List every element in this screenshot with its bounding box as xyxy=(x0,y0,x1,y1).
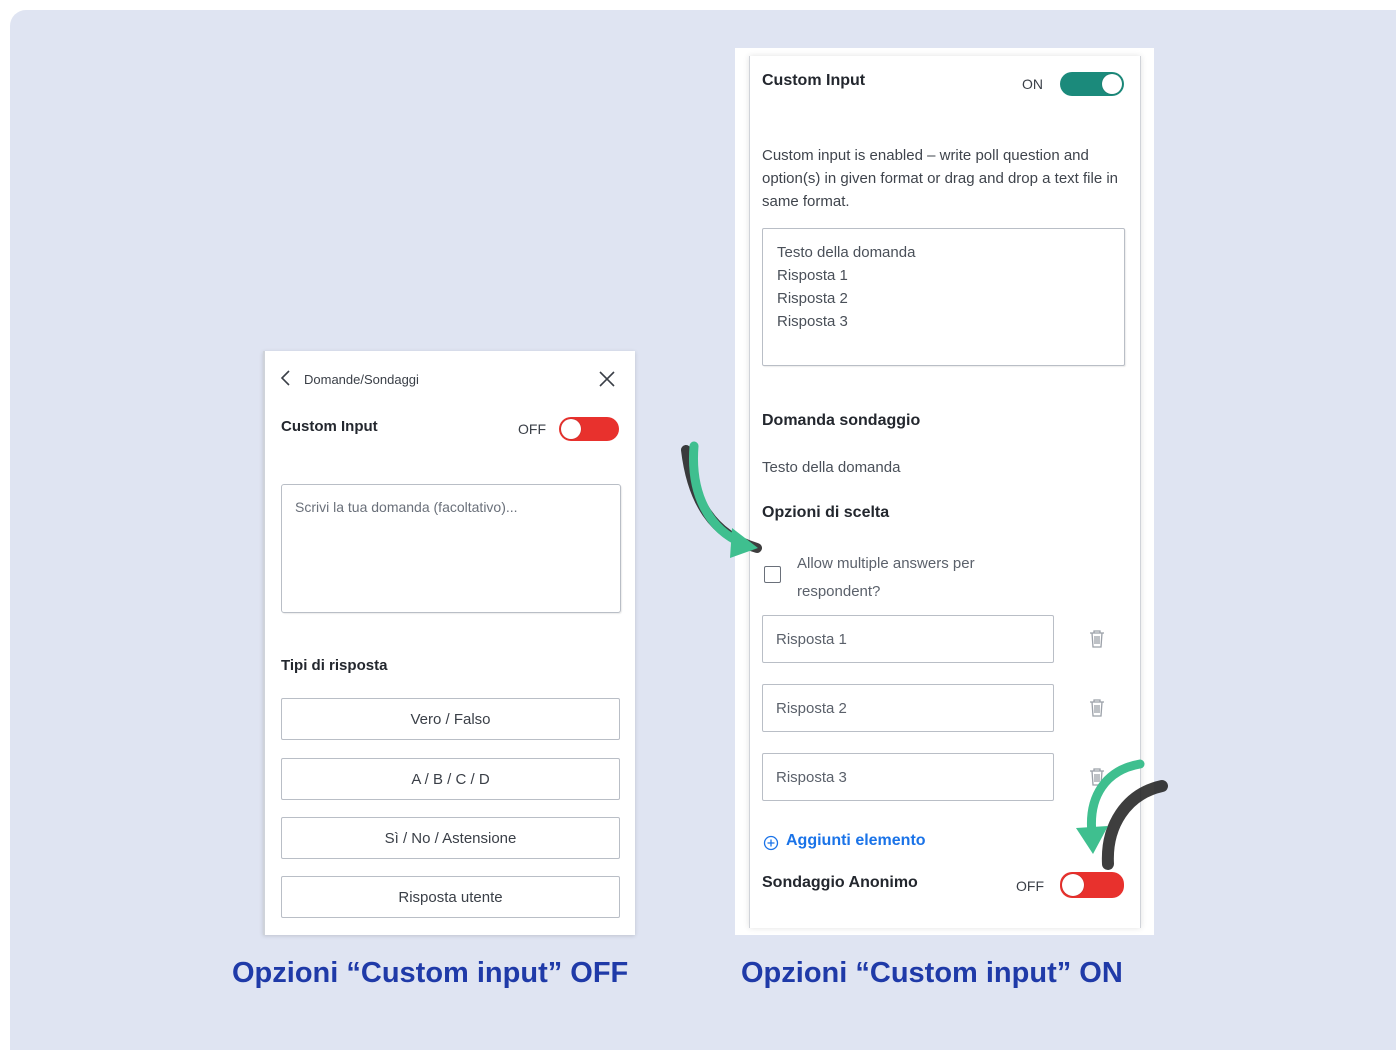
option-input-2[interactable]: Risposta 2 xyxy=(762,684,1054,732)
anonymous-poll-label: Sondaggio Anonimo xyxy=(762,874,918,891)
close-icon[interactable] xyxy=(598,370,616,388)
format-line: Testo della domanda xyxy=(777,244,916,261)
yes-no-abstain-button[interactable]: Sì / No / Astensione xyxy=(281,817,620,859)
annotation-arrow-checkbox xyxy=(681,441,762,558)
breadcrumb[interactable]: Domande/Sondaggi xyxy=(304,372,419,387)
annotation-arrow-toggle xyxy=(1076,759,1168,870)
toggle-knob xyxy=(561,419,581,439)
trash-icon[interactable] xyxy=(1088,629,1106,649)
caption-custom-input-on: Opzioni “Custom input” ON xyxy=(741,957,1123,989)
poll-question-heading: Domanda sondaggio xyxy=(762,412,921,429)
format-line: Risposta 3 xyxy=(777,313,848,330)
abcd-button[interactable]: A / B / C / D xyxy=(281,758,620,800)
response-types-heading: Tipi di risposta xyxy=(281,657,388,674)
question-placeholder: Scrivi la tua domanda (facoltativo)... xyxy=(295,499,518,515)
toggle-knob xyxy=(1102,74,1122,94)
option-input-3[interactable]: Risposta 3 xyxy=(762,753,1054,801)
add-circle-icon[interactable] xyxy=(763,835,779,851)
custom-input-label: Custom Input xyxy=(281,418,378,435)
true-false-button[interactable]: Vero / Falso xyxy=(281,698,620,740)
custom-input-off-panel: Domande/Sondaggi Custom Input OFF Scrivi… xyxy=(263,351,635,935)
anonymous-state-label: OFF xyxy=(1016,878,1044,894)
custom-input-info: Custom input is enabled – write poll que… xyxy=(762,147,1119,210)
format-line: Risposta 1 xyxy=(777,267,848,284)
format-line: Risposta 2 xyxy=(777,290,848,307)
back-chevron-icon[interactable] xyxy=(279,369,293,387)
custom-input-textarea[interactable]: Testo della domanda Risposta 1 Risposta … xyxy=(762,228,1125,366)
multiple-answers-label: Allow multiple answers per respondent? xyxy=(797,555,975,600)
caption-custom-input-off: Opzioni “Custom input” OFF xyxy=(232,957,629,989)
custom-input-label: Custom Input xyxy=(762,72,866,89)
poll-question-text: Testo della domanda xyxy=(762,459,901,476)
question-textarea[interactable]: Scrivi la tua domanda (facoltativo)... xyxy=(281,484,621,613)
toggle-state-label: ON xyxy=(1022,76,1043,92)
custom-input-toggle[interactable] xyxy=(1060,72,1124,96)
user-response-button[interactable]: Risposta utente xyxy=(281,876,620,918)
custom-input-toggle[interactable] xyxy=(559,417,619,441)
toggle-state-label: OFF xyxy=(518,421,546,437)
add-item-link[interactable]: Aggiunti elemento xyxy=(786,832,926,850)
trash-icon[interactable] xyxy=(1088,698,1106,718)
option-input-1[interactable]: Risposta 1 xyxy=(762,615,1054,663)
